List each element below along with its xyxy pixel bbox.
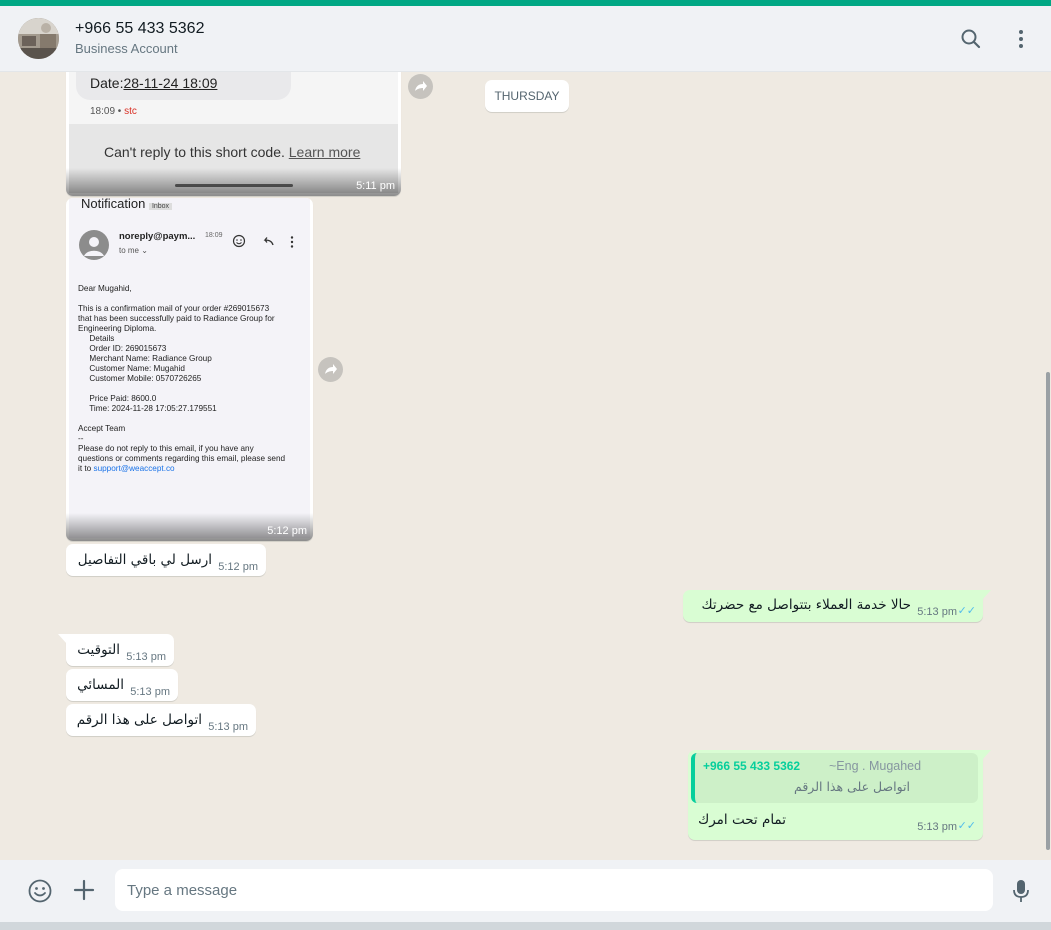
email-line: it to support@weaccept.co — [78, 464, 175, 473]
scrollbar-thumb[interactable] — [1046, 372, 1050, 850]
message-text: ارسل لي باقي التفاصيل — [77, 552, 212, 568]
bubble-tail-in — [58, 634, 67, 644]
menu-icon[interactable] — [1008, 26, 1034, 52]
search-icon[interactable] — [958, 26, 984, 52]
forward-icon[interactable] — [408, 74, 433, 99]
sms-meta: 18:09 • stc — [90, 106, 137, 117]
sender-avatar — [79, 230, 109, 260]
message-time: 5:12 pm — [267, 525, 307, 537]
image-message-email[interactable]: Notification Inbox noreply@paym... 18:09… — [66, 198, 313, 541]
message-incoming[interactable]: التوقيت 5:13 pm — [66, 634, 174, 666]
date-divider: THURSDAY — [485, 80, 569, 112]
message-text: التوقيت — [77, 642, 120, 658]
message-time: 5:13 pm — [126, 651, 166, 663]
email-line: -- — [78, 434, 84, 443]
email-screenshot: Notification Inbox noreply@paym... 18:09… — [69, 198, 310, 538]
email-line: Accept Team — [78, 424, 126, 433]
message-input[interactable] — [127, 869, 977, 911]
email-line: that has been successfully paid to Radia… — [78, 314, 275, 323]
email-line: Dear Mugahid, — [78, 284, 132, 293]
quote-text: اتواصل على هذا الرقم — [794, 779, 910, 794]
message-text: تمام تحت امرك — [698, 812, 786, 828]
quote-author-number: +966 55 433 5362 — [703, 759, 801, 773]
bubble-tail-out — [982, 750, 991, 760]
message-incoming[interactable]: المسائي 5:13 pm — [66, 669, 178, 701]
forward-icon[interactable] — [318, 357, 343, 382]
contact-subtitle: Business Account — [75, 41, 178, 56]
quote-author-name: ~Eng . Mugahed — [829, 759, 922, 773]
chat-header[interactable]: +966 55 433 5362 Business Account — [0, 6, 1051, 72]
message-time: 5:13 pm — [208, 721, 248, 733]
chat-panel[interactable]: Date:28-11-24 18:09 18:09 • stc Can't re… — [0, 72, 1051, 860]
email-line: questions or comments regarding this ema… — [78, 454, 286, 463]
email-more-icon — [287, 235, 297, 249]
message-time: 5:12 pm — [218, 561, 258, 573]
email-heading: Notification Inbox — [81, 198, 173, 211]
email-line: Details — [78, 334, 115, 343]
message-incoming[interactable]: اتواصل على هذا الرقم 5:13 pm — [66, 704, 256, 736]
message-incoming[interactable]: ارسل لي باقي التفاصيل 5:12 pm — [66, 544, 266, 576]
email-to: to me ⌄ — [119, 246, 148, 255]
email-sender: noreply@paym... — [119, 231, 196, 242]
email-line: Time: 2024-11-28 17:05:27.179551 — [78, 404, 217, 413]
bubble-tail-out — [982, 590, 991, 600]
contact-name[interactable]: +966 55 433 5362 — [75, 20, 204, 38]
window-bottom-strip — [0, 922, 1051, 930]
message-time: 5:13 pm — [917, 821, 957, 833]
email-line: Please do not reply to this email, if yo… — [78, 444, 254, 453]
message-time: 5:13 pm — [917, 606, 957, 618]
sms-date: Date:28-11-24 18:09 — [90, 75, 218, 91]
mic-icon[interactable] — [1009, 877, 1033, 905]
email-sender-time: 18:09 — [205, 232, 223, 239]
chat-scrollbar[interactable] — [1044, 72, 1051, 860]
emoji-icon[interactable] — [27, 878, 53, 904]
message-composer[interactable] — [0, 860, 1051, 922]
image-gradient — [66, 168, 401, 196]
email-line: Customer Mobile: 0570726265 — [78, 374, 202, 383]
email-reply-icon — [261, 234, 275, 248]
message-outgoing[interactable]: حالا خدمة العملاء بتتواصل مع حضرتك 5:13 … — [683, 590, 983, 622]
plus-icon[interactable] — [71, 877, 97, 903]
email-line: Engineering Diploma. — [78, 324, 157, 333]
message-input-box[interactable] — [115, 869, 993, 911]
email-emoji-icon — [232, 234, 246, 248]
sms-cant-reply: Can't reply to this short code. Learn mo… — [104, 144, 361, 160]
quoted-message[interactable]: +966 55 433 5362 ~Eng . Mugahed اتواصل ع… — [691, 753, 978, 803]
contact-avatar[interactable] — [18, 18, 59, 59]
email-line: This is a confirmation mail of your orde… — [78, 304, 270, 313]
message-time: 5:13 pm — [130, 686, 170, 698]
read-ticks-icon: ✓✓ — [957, 605, 976, 617]
image-message-sms[interactable]: Date:28-11-24 18:09 18:09 • stc Can't re… — [66, 72, 401, 196]
message-outgoing-reply[interactable]: +966 55 433 5362 ~Eng . Mugahed اتواصل ع… — [688, 750, 983, 840]
read-ticks-icon: ✓✓ — [957, 820, 976, 832]
message-text: حالا خدمة العملاء بتتواصل مع حضرتك — [701, 597, 911, 613]
message-time: 5:11 pm — [356, 180, 395, 192]
message-text: اتواصل على هذا الرقم — [76, 712, 202, 728]
email-line: Customer Name: Mugahid — [78, 364, 185, 373]
email-line: Merchant Name: Radiance Group — [78, 354, 212, 363]
email-line: Price Paid: 8600.0 — [78, 394, 157, 403]
email-line: Order ID: 269015673 — [78, 344, 167, 353]
message-text: المسائي — [77, 677, 124, 693]
